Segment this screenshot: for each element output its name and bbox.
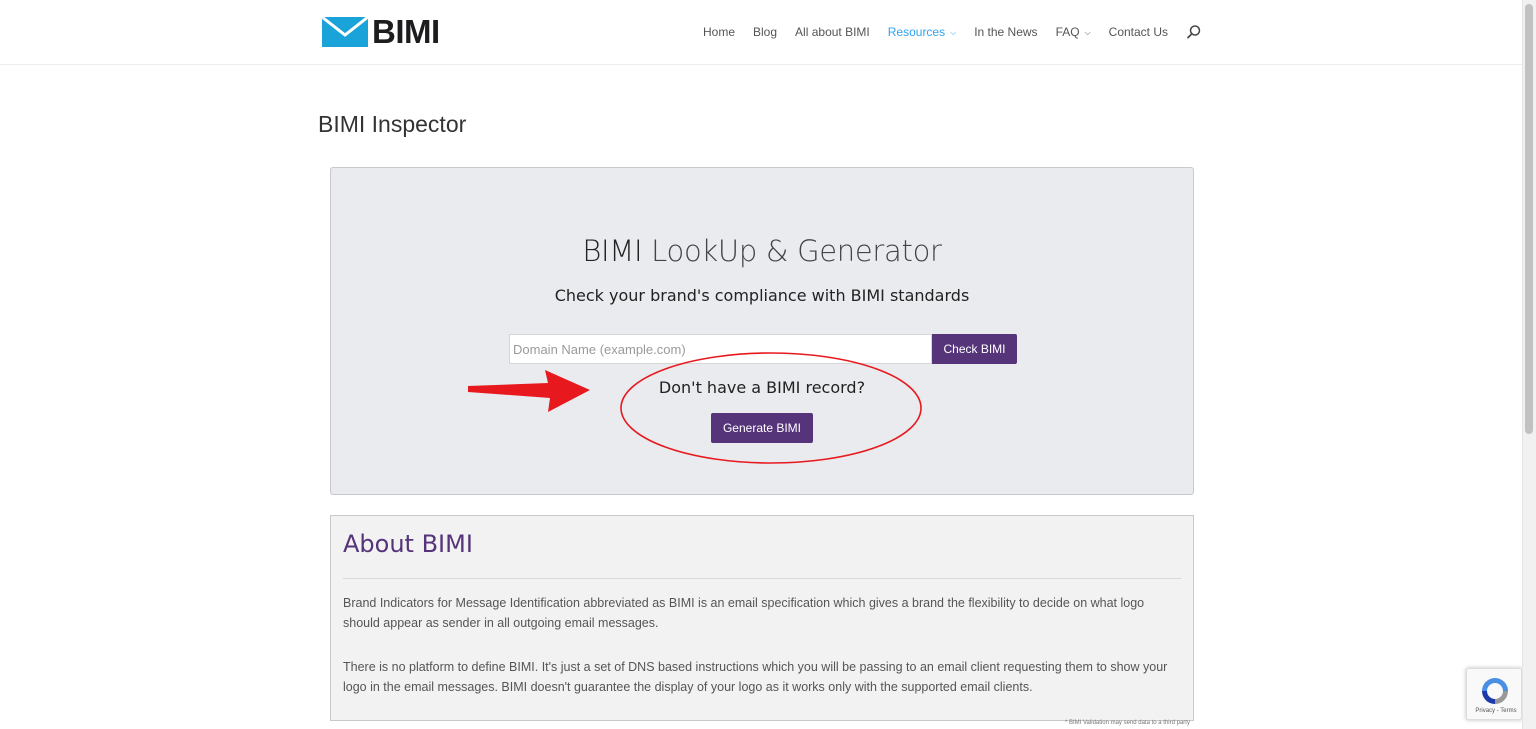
page-title: BIMI Inspector (318, 111, 467, 137)
main-nav: Home Blog All about BIMI Resources ⌵ In t… (703, 24, 1202, 40)
nav-all-about-bimi-label: All about BIMI (795, 25, 870, 39)
nav-faq[interactable]: FAQ ⌵ (1056, 25, 1091, 39)
nav-blog[interactable]: Blog (753, 25, 777, 39)
nav-all-about-bimi[interactable]: All about BIMI (795, 25, 870, 39)
recaptcha-links[interactable]: Privacy - Terms (1470, 708, 1522, 714)
lookup-title: BIMI LookUp & Generator (331, 234, 1193, 268)
check-bimi-button[interactable]: Check BIMI (932, 334, 1017, 364)
divider (343, 578, 1181, 579)
page-scrollbar[interactable] (1522, 0, 1536, 729)
about-paragraph-2: There is no platform to define BIMI. It'… (343, 660, 1168, 694)
site-header: BIMI Home Blog All about BIMI Resources ⌵… (0, 0, 1522, 65)
logo-text: BIMI (372, 13, 440, 50)
about-title: About BIMI (343, 530, 473, 558)
nav-contact-us-label: Contact Us (1108, 25, 1169, 39)
about-paragraph-1: Brand Indicators for Message Identificat… (343, 596, 1145, 630)
nav-contact-us[interactable]: Contact Us (1109, 25, 1168, 39)
nav-home-label: Home (703, 25, 736, 39)
lookup-title-strong: BIMI (582, 234, 643, 268)
lookup-subtitle: Check your brand's compliance with BIMI … (554, 286, 970, 305)
domain-name-input[interactable] (509, 334, 932, 364)
lookup-title-rest: LookUp & Generator (642, 234, 942, 268)
scrollbar-thumb[interactable] (1525, 4, 1533, 434)
search-icon[interactable] (1186, 24, 1202, 40)
bimi-logo[interactable]: BIMI (322, 15, 440, 49)
no-record-text: Don't have a BIMI record? (658, 378, 866, 397)
recaptcha-badge[interactable]: Privacy - Terms (1466, 668, 1522, 720)
nav-resources[interactable]: Resources ⌵ (888, 25, 956, 39)
envelope-logo-icon (322, 17, 368, 47)
about-bimi-section: About BIMI Brand Indicators for Message … (330, 515, 1194, 721)
lookup-generator-panel: BIMI LookUp & Generator Check your brand… (330, 167, 1194, 495)
nav-in-the-news-label: In the News (974, 25, 1038, 39)
recaptcha-icon (1482, 678, 1508, 704)
nav-blog-label: Blog (753, 25, 778, 39)
nav-home[interactable]: Home (703, 25, 735, 39)
nav-faq-label: FAQ (1055, 25, 1080, 39)
nav-in-the-news[interactable]: In the News (974, 25, 1037, 39)
chevron-down-icon: ⌵ (950, 28, 957, 37)
validation-footnote: * BIMI Validation may send data to a thi… (1065, 720, 1190, 726)
nav-resources-label: Resources (887, 25, 946, 39)
chevron-down-icon: ⌵ (1084, 28, 1091, 37)
generate-bimi-button[interactable]: Generate BIMI (711, 413, 813, 443)
